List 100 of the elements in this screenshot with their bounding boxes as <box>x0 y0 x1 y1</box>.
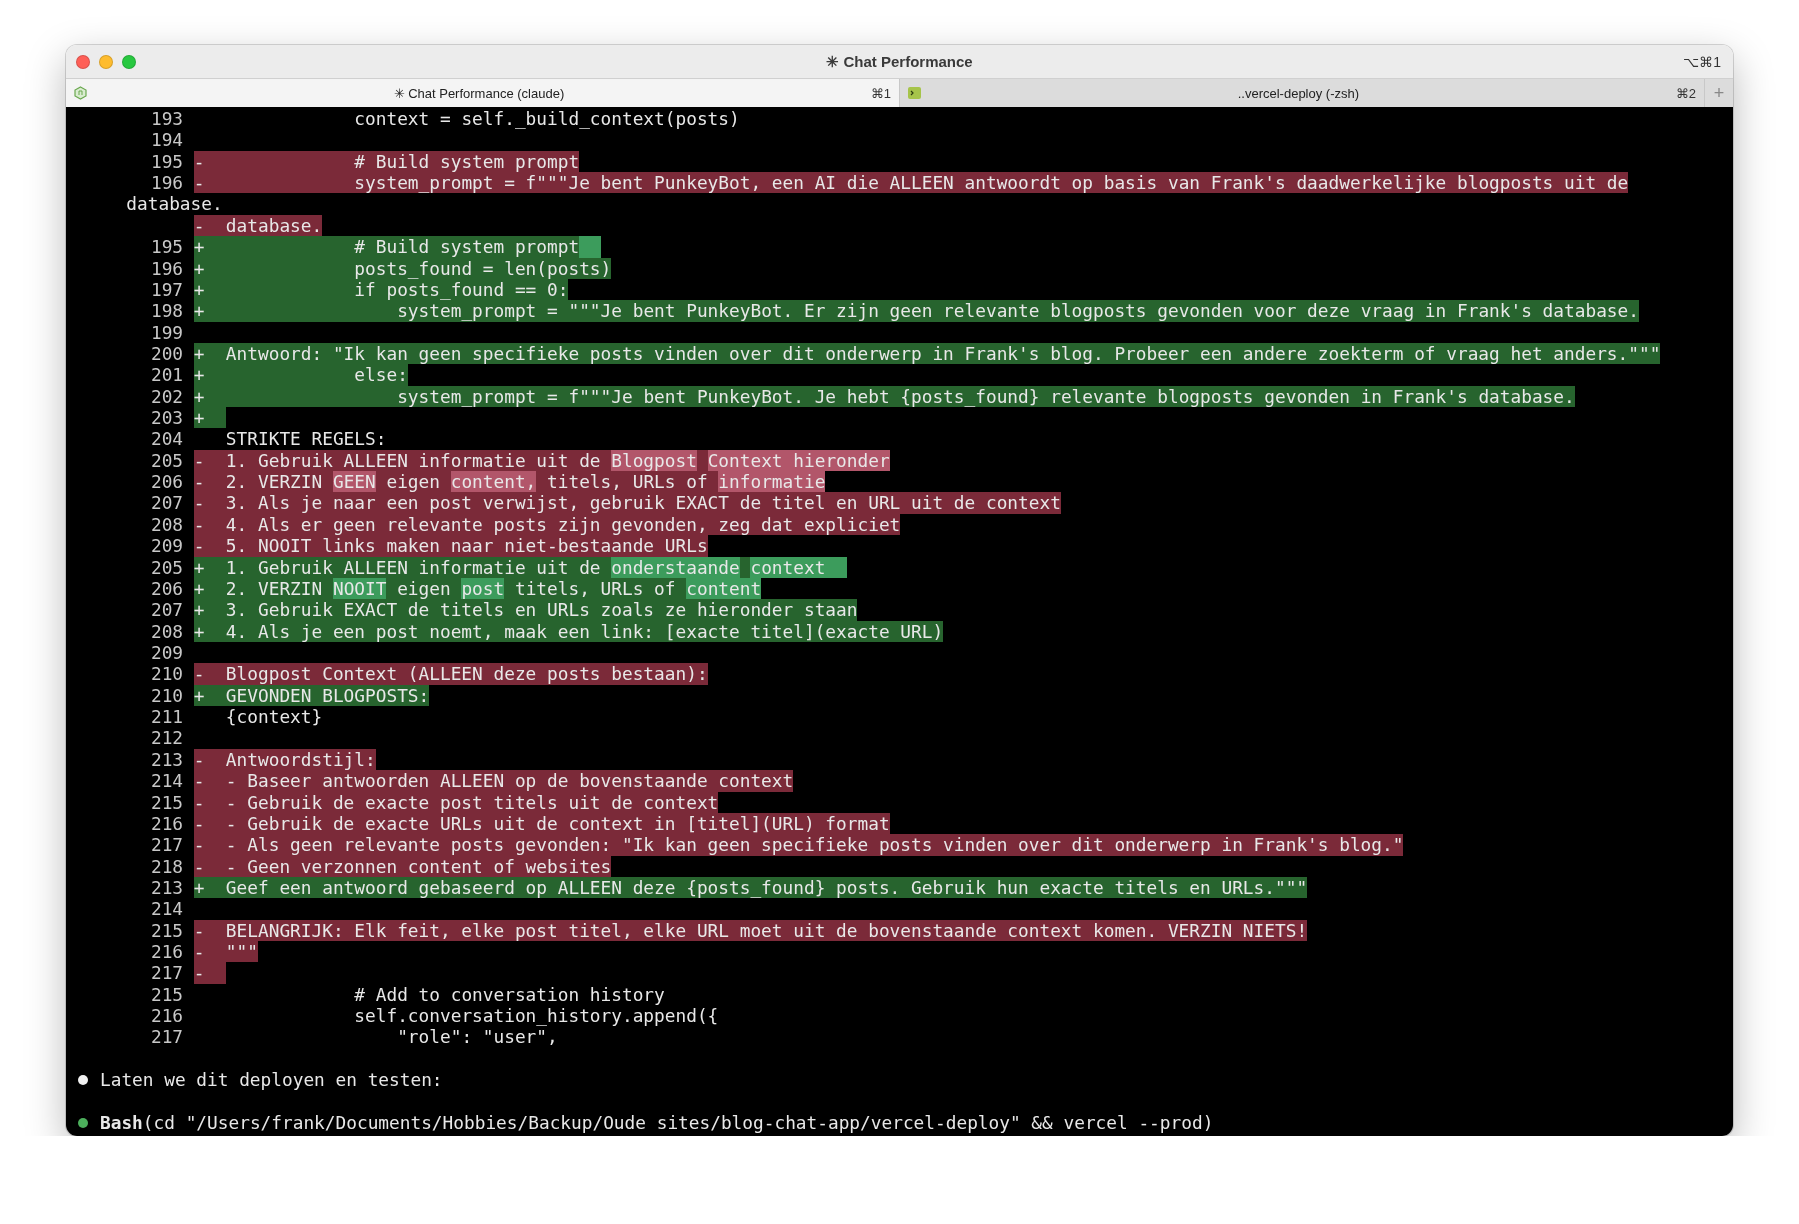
line-number: 200 <box>149 342 184 365</box>
diff-sign: - <box>193 513 205 536</box>
line-number: 211 <box>149 706 184 728</box>
diff-sign: + <box>193 342 205 365</box>
minimize-button[interactable] <box>99 54 113 69</box>
line-number: 216 <box>149 941 184 963</box>
diff-sign: - <box>193 748 205 771</box>
line-number: 217 <box>149 1026 184 1048</box>
code-text: system_prompt = """Je bent PunkeyBot. Er zijn geen relevante blogposts gevonden voor deze vraag in Frank's database. <box>397 300 1639 322</box>
code-text: system_prompt = f"""Je bent PunkeyBot, een AI die ALLEEN antwoordt op basis van Frank's daadwerkelijke blogposts uit de <box>354 172 1629 194</box>
line-number: 208 <box>149 513 184 536</box>
code-text: 2. VERZIN <box>225 471 324 493</box>
diff-sign: - <box>193 834 205 856</box>
line-number: 202 <box>149 385 184 408</box>
code-text: # Add to conversation history <box>354 983 665 1006</box>
tab[interactable]: ✳ Chat Performance (claude) ⌘1 <box>66 79 900 107</box>
diff-sign: - <box>193 919 205 941</box>
code-text: - Als geen relevante posts gevonden: "Ik kan geen specifieke posts vinden over dit onderwerp in Frank's blog." <box>225 834 1404 856</box>
hexagon-icon <box>74 86 87 100</box>
changed-text: GEEN <box>332 471 376 493</box>
line-number: 206 <box>149 471 184 493</box>
line-number: 197 <box>149 278 184 301</box>
diff-sign: + <box>193 278 205 301</box>
message-text: Bash(cd "/Users/frank/Documents/Hobbies/Backup/Oude sites/blog-chat-app/vercel-deploy" && vercel --prod) <box>100 1111 1214 1134</box>
line-number: 216 <box>149 1005 184 1027</box>
code-text: - Gebruik de exacte post titels uit de context <box>225 791 719 813</box>
code-text: 4. Als je een post noemt, maak een link: [exacte titel](exacte URL) <box>225 620 944 642</box>
line-number: 217 <box>149 834 184 856</box>
code-text: self.conversation_history.append({ <box>354 1005 719 1027</box>
line-number: 209 <box>149 535 184 557</box>
code-text: titels, URLs of <box>546 471 709 493</box>
code-text: # Build system prompt <box>354 236 580 258</box>
diff-sign: - <box>193 449 205 472</box>
code-text: else: <box>354 364 408 386</box>
changed-text: context <box>750 556 826 578</box>
diff-sign: + <box>193 599 205 621</box>
code-text: 5. NOOIT links maken naar niet-bestaande URLs <box>225 535 708 557</box>
code-text: Blogpost Context (ALLEEN deze posts bestaan): <box>225 663 708 685</box>
diff-sign: + <box>193 257 205 279</box>
diff-sign: - <box>193 855 205 877</box>
code-text: 1. Gebruik ALLEEN informatie uit de <box>225 449 602 472</box>
code-text: database. <box>125 193 223 215</box>
code-text: Antwoordstijl: <box>225 748 376 771</box>
line-number: 215 <box>149 983 184 1006</box>
code-text: {context} <box>225 706 323 728</box>
code-text: 3. Als je naar een post verwijst, gebruik EXACT de titel en URL uit de context <box>225 492 1061 514</box>
diff-sign: - <box>193 663 205 685</box>
line-number: 212 <box>149 727 184 749</box>
diff-sign: - <box>193 150 205 173</box>
code-text: """ <box>225 941 258 963</box>
code-text: # Build system prompt <box>354 150 580 173</box>
code-text: - Baseer antwoorden ALLEEN op de bovenstaande context <box>225 770 794 792</box>
code-text: 1. Gebruik ALLEEN informatie uit de <box>225 556 602 578</box>
line-number: 215 <box>149 791 184 813</box>
changed-text: informatie <box>718 471 826 493</box>
zoom-button[interactable] <box>122 54 136 69</box>
code-text: - Geen verzonnen content of websites <box>225 855 612 877</box>
changed-text: onderstaande <box>611 556 740 578</box>
line-number: 207 <box>149 599 184 621</box>
line-number: 204 <box>149 428 184 450</box>
line-number: 196 <box>149 257 184 279</box>
diff-sign: - <box>193 172 205 194</box>
diff-sign: + <box>193 620 205 642</box>
line-number: 209 <box>149 642 184 664</box>
status-dot <box>78 1117 88 1128</box>
line-number: 207 <box>149 492 184 514</box>
line-number: 208 <box>149 620 184 642</box>
line-number: 195 <box>149 236 184 258</box>
line-number: 203 <box>149 407 184 429</box>
diff-sign: + <box>193 364 205 386</box>
line-number: 199 <box>149 321 184 343</box>
line-number: 218 <box>149 855 184 877</box>
diff-sign: - <box>193 962 205 984</box>
code-text: titels, URLs of <box>513 577 677 600</box>
code-text: 4. Als er geen relevante posts zijn gevonden, zeg dat expliciet <box>225 513 901 536</box>
code-text: 2. VERZIN <box>225 577 324 600</box>
changed-text: post <box>461 577 505 600</box>
tab-shortcut: ⌘2 <box>1675 85 1696 101</box>
diff-sign: + <box>193 556 205 578</box>
code-text: BELANGRIJK: Elk feit, elke post titel, elke URL moet uit de bovenstaande context komen. VERZIN NIETS! <box>225 919 1308 941</box>
diff-sign: - <box>193 770 205 792</box>
window-shortcut: ⌥⌘1 <box>1683 53 1721 70</box>
code-text: GEVONDEN BLOGPOSTS: <box>225 684 430 707</box>
code-text: system_prompt = f"""Je bent PunkeyBot. Je hebt {posts_found} relevante blogposts gevonden in Frank's database. <box>397 385 1575 408</box>
diff-sign: + <box>193 876 205 899</box>
changed-text: content, <box>450 471 537 493</box>
line-number: 215 <box>149 919 184 941</box>
changed-text: content <box>686 577 762 600</box>
close-button[interactable] <box>76 54 90 69</box>
line-number: 194 <box>149 129 184 151</box>
code-text: STRIKTE REGELS: <box>225 428 387 450</box>
diff-sign: + <box>193 684 205 707</box>
terminal-icon <box>908 87 921 99</box>
line-number: 210 <box>149 684 184 707</box>
diff-sign: - <box>193 535 205 557</box>
code-text: Geef een antwoord gebaseerd op ALLEEN deze {posts_found} posts. Gebruik hun exacte titels en URLs.""" <box>225 876 1308 899</box>
code-text: 3. Gebruik EXACT de titels en URLs zoals ze hieronder staan <box>225 599 858 621</box>
code-text: Antwoord: "Ik kan geen specifieke posts vinden over dit onderwerp in Frank's blog. Probeer een andere zoekterm of vraag het anders.""" <box>225 342 1661 365</box>
line-number: 205 <box>149 556 184 578</box>
line-number: 217 <box>149 962 184 984</box>
